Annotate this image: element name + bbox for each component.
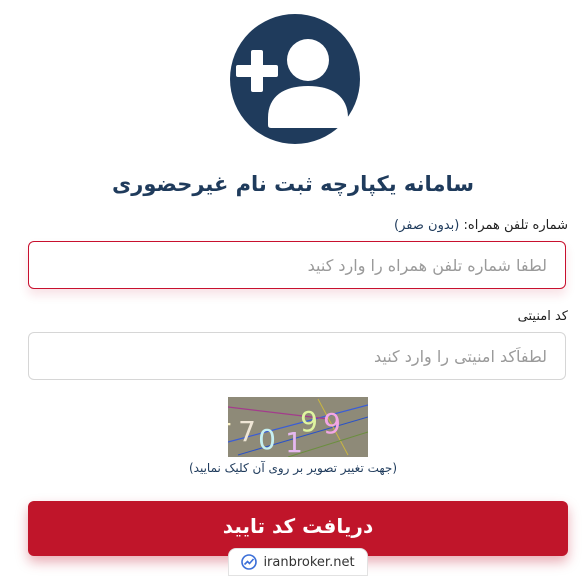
captcha-image[interactable]: 1 7 0 1 9 9 [228,397,368,457]
captcha-digit: 1 [228,399,233,432]
captcha-digit: 9 [323,407,341,440]
user-plus-icon [230,14,360,144]
phone-label-text: شماره تلفن همراه: [463,218,568,233]
phone-label-hint: (بدون صفر) [394,218,460,233]
phone-input[interactable] [28,241,566,289]
captcha-digit: 0 [258,423,276,456]
security-code-input[interactable] [28,332,566,380]
page-title: سامانه یکپارچه ثبت نام غیرحضوری [112,172,474,196]
phone-label: شماره تلفن همراه: (بدون صفر) [394,218,568,233]
captcha-hint: (جهت تغییر تصویر بر روی آن کلیک نمایید) [188,461,398,475]
watermark-text: iranbroker.net [263,554,355,570]
captcha-digit: 7 [238,415,256,448]
chart-trend-icon [241,554,258,570]
watermark: iranbroker.net [228,548,368,576]
captcha-digit: 9 [300,405,318,438]
security-code-label: کد امنیتی [517,309,568,324]
